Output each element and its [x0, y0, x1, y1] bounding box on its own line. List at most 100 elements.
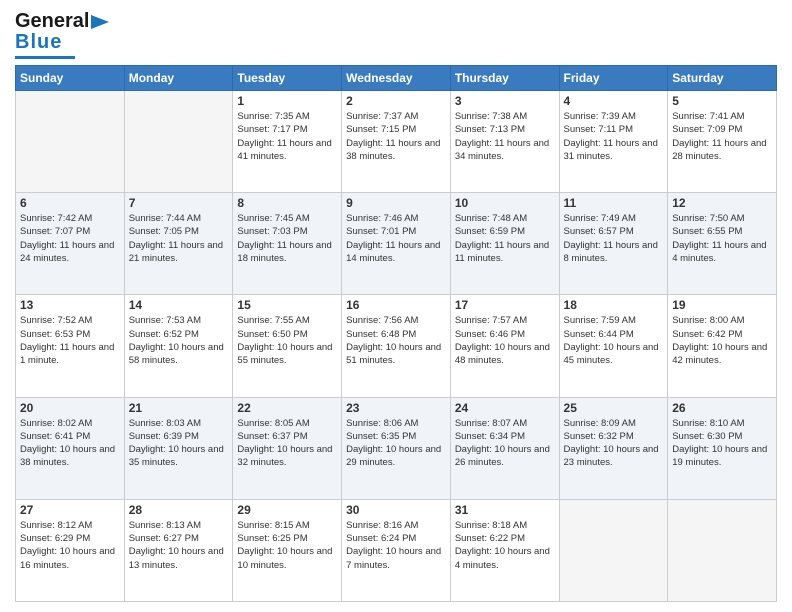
day-info: Sunrise: 7:56 AMSunset: 6:48 PMDaylight:… [346, 314, 446, 367]
day-info: Sunrise: 8:05 AMSunset: 6:37 PMDaylight:… [237, 417, 337, 470]
day-number: 1 [237, 94, 337, 108]
day-info: Sunrise: 8:16 AMSunset: 6:24 PMDaylight:… [346, 519, 446, 572]
calendar-day-cell [124, 91, 233, 193]
day-info: Sunrise: 8:10 AMSunset: 6:30 PMDaylight:… [672, 417, 772, 470]
calendar-day-cell: 4 Sunrise: 7:39 AMSunset: 7:11 PMDaylight… [559, 91, 668, 193]
day-info: Sunrise: 7:57 AMSunset: 6:46 PMDaylight:… [455, 314, 555, 367]
logo-arrow-icon [91, 15, 109, 29]
header: General Blue [15, 10, 777, 59]
day-number: 7 [129, 196, 229, 210]
day-number: 25 [564, 401, 664, 415]
day-number: 18 [564, 298, 664, 312]
calendar-week-row: 13Sunrise: 7:52 AMSunset: 6:53 PMDayligh… [16, 295, 777, 397]
calendar-week-row: 1 Sunrise: 7:35 AMSunset: 7:17 PMDaylight… [16, 91, 777, 193]
logo-general: General [15, 10, 89, 33]
day-number: 12 [672, 196, 772, 210]
day-number: 20 [20, 401, 120, 415]
day-info: Sunrise: 8:07 AMSunset: 6:34 PMDaylight:… [455, 417, 555, 470]
calendar-header-wednesday: Wednesday [342, 66, 451, 91]
day-number: 17 [455, 298, 555, 312]
day-info: Sunrise: 7:45 AMSunset: 7:03 PMDaylight:… [237, 212, 337, 265]
calendar-week-row: 20 Sunrise: 8:02 AMSunset: 6:41 PMDayligh… [16, 397, 777, 499]
day-number: 22 [237, 401, 337, 415]
calendar-header-friday: Friday [559, 66, 668, 91]
day-number: 15 [237, 298, 337, 312]
calendar-day-cell: 7 Sunrise: 7:44 AMSunset: 7:05 PMDaylight… [124, 193, 233, 295]
day-info: Sunrise: 7:53 AMSunset: 6:52 PMDaylight:… [129, 314, 229, 367]
day-number: 2 [346, 94, 446, 108]
calendar-header-saturday: Saturday [668, 66, 777, 91]
day-number: 16 [346, 298, 446, 312]
calendar-header-tuesday: Tuesday [233, 66, 342, 91]
calendar-header-row: SundayMondayTuesdayWednesdayThursdayFrid… [16, 66, 777, 91]
calendar-day-cell: 11 Sunrise: 7:49 AMSunset: 6:57 PMDayligh… [559, 193, 668, 295]
calendar-header-monday: Monday [124, 66, 233, 91]
day-number: 19 [672, 298, 772, 312]
day-info: Sunrise: 8:02 AMSunset: 6:41 PMDaylight:… [20, 417, 120, 470]
day-info: Sunrise: 8:12 AMSunset: 6:29 PMDaylight:… [20, 519, 120, 572]
day-info: Sunrise: 8:06 AMSunset: 6:35 PMDaylight:… [346, 417, 446, 470]
day-number: 10 [455, 196, 555, 210]
logo: General Blue [15, 10, 109, 59]
calendar-day-cell: 13Sunrise: 7:52 AMSunset: 6:53 PMDayligh… [16, 295, 125, 397]
calendar-day-cell: 3Sunrise: 7:38 AMSunset: 7:13 PMDaylight… [450, 91, 559, 193]
calendar-day-cell: 20 Sunrise: 8:02 AMSunset: 6:41 PMDayligh… [16, 397, 125, 499]
day-info: Sunrise: 7:59 AMSunset: 6:44 PMDaylight:… [564, 314, 664, 367]
day-info: Sunrise: 7:41 AMSunset: 7:09 PMDaylight:… [672, 110, 772, 163]
day-number: 11 [564, 196, 664, 210]
day-info: Sunrise: 7:46 AMSunset: 7:01 PMDaylight:… [346, 212, 446, 265]
day-info: Sunrise: 8:00 AMSunset: 6:42 PMDaylight:… [672, 314, 772, 367]
day-info: Sunrise: 7:38 AMSunset: 7:13 PMDaylight:… [455, 110, 555, 163]
day-number: 27 [20, 503, 120, 517]
calendar-day-cell: 12Sunrise: 7:50 AMSunset: 6:55 PMDayligh… [668, 193, 777, 295]
day-number: 6 [20, 196, 120, 210]
calendar-day-cell: 18 Sunrise: 7:59 AMSunset: 6:44 PMDayligh… [559, 295, 668, 397]
calendar-day-cell [668, 499, 777, 601]
calendar-day-cell: 10 Sunrise: 7:48 AMSunset: 6:59 PMDayligh… [450, 193, 559, 295]
calendar-day-cell: 14 Sunrise: 7:53 AMSunset: 6:52 PMDayligh… [124, 295, 233, 397]
day-number: 8 [237, 196, 337, 210]
logo-underline [15, 56, 75, 59]
calendar-week-row: 6 Sunrise: 7:42 AMSunset: 7:07 PMDaylight… [16, 193, 777, 295]
day-info: Sunrise: 8:09 AMSunset: 6:32 PMDaylight:… [564, 417, 664, 470]
calendar-day-cell: 15 Sunrise: 7:55 AMSunset: 6:50 PMDayligh… [233, 295, 342, 397]
day-info: Sunrise: 7:52 AMSunset: 6:53 PMDaylight:… [20, 314, 120, 367]
calendar-day-cell: 30Sunrise: 8:16 AMSunset: 6:24 PMDayligh… [342, 499, 451, 601]
calendar-day-cell: 5 Sunrise: 7:41 AMSunset: 7:09 PMDaylight… [668, 91, 777, 193]
calendar-day-cell: 27 Sunrise: 8:12 AMSunset: 6:29 PMDayligh… [16, 499, 125, 601]
day-info: Sunrise: 8:13 AMSunset: 6:27 PMDaylight:… [129, 519, 229, 572]
day-number: 5 [672, 94, 772, 108]
calendar-day-cell: 8 Sunrise: 7:45 AMSunset: 7:03 PMDaylight… [233, 193, 342, 295]
calendar-day-cell: 29Sunrise: 8:15 AMSunset: 6:25 PMDayligh… [233, 499, 342, 601]
day-info: Sunrise: 7:48 AMSunset: 6:59 PMDaylight:… [455, 212, 555, 265]
day-number: 9 [346, 196, 446, 210]
day-info: Sunrise: 7:37 AMSunset: 7:15 PMDaylight:… [346, 110, 446, 163]
day-info: Sunrise: 7:39 AMSunset: 7:11 PMDaylight:… [564, 110, 664, 163]
calendar-day-cell: 24Sunrise: 8:07 AMSunset: 6:34 PMDayligh… [450, 397, 559, 499]
calendar-day-cell: 1 Sunrise: 7:35 AMSunset: 7:17 PMDaylight… [233, 91, 342, 193]
calendar-week-row: 27 Sunrise: 8:12 AMSunset: 6:29 PMDayligh… [16, 499, 777, 601]
day-number: 29 [237, 503, 337, 517]
calendar-day-cell: 16 Sunrise: 7:56 AMSunset: 6:48 PMDayligh… [342, 295, 451, 397]
day-info: Sunrise: 7:35 AMSunset: 7:17 PMDaylight:… [237, 110, 337, 163]
day-number: 28 [129, 503, 229, 517]
calendar-day-cell: 21Sunrise: 8:03 AMSunset: 6:39 PMDayligh… [124, 397, 233, 499]
calendar-day-cell: 25 Sunrise: 8:09 AMSunset: 6:32 PMDayligh… [559, 397, 668, 499]
calendar-day-cell: 28 Sunrise: 8:13 AMSunset: 6:27 PMDayligh… [124, 499, 233, 601]
day-info: Sunrise: 7:49 AMSunset: 6:57 PMDaylight:… [564, 212, 664, 265]
day-info: Sunrise: 7:42 AMSunset: 7:07 PMDaylight:… [20, 212, 120, 265]
calendar-day-cell [559, 499, 668, 601]
calendar-day-cell [16, 91, 125, 193]
day-info: Sunrise: 7:44 AMSunset: 7:05 PMDaylight:… [129, 212, 229, 265]
calendar-table: SundayMondayTuesdayWednesdayThursdayFrid… [15, 65, 777, 602]
day-number: 14 [129, 298, 229, 312]
calendar-header-sunday: Sunday [16, 66, 125, 91]
day-info: Sunrise: 7:55 AMSunset: 6:50 PMDaylight:… [237, 314, 337, 367]
day-number: 31 [455, 503, 555, 517]
day-number: 4 [564, 94, 664, 108]
day-info: Sunrise: 8:18 AMSunset: 6:22 PMDaylight:… [455, 519, 555, 572]
calendar-day-cell: 6 Sunrise: 7:42 AMSunset: 7:07 PMDaylight… [16, 193, 125, 295]
logo-blue: Blue [15, 31, 62, 54]
day-info: Sunrise: 8:03 AMSunset: 6:39 PMDaylight:… [129, 417, 229, 470]
calendar-day-cell: 9 Sunrise: 7:46 AMSunset: 7:01 PMDaylight… [342, 193, 451, 295]
